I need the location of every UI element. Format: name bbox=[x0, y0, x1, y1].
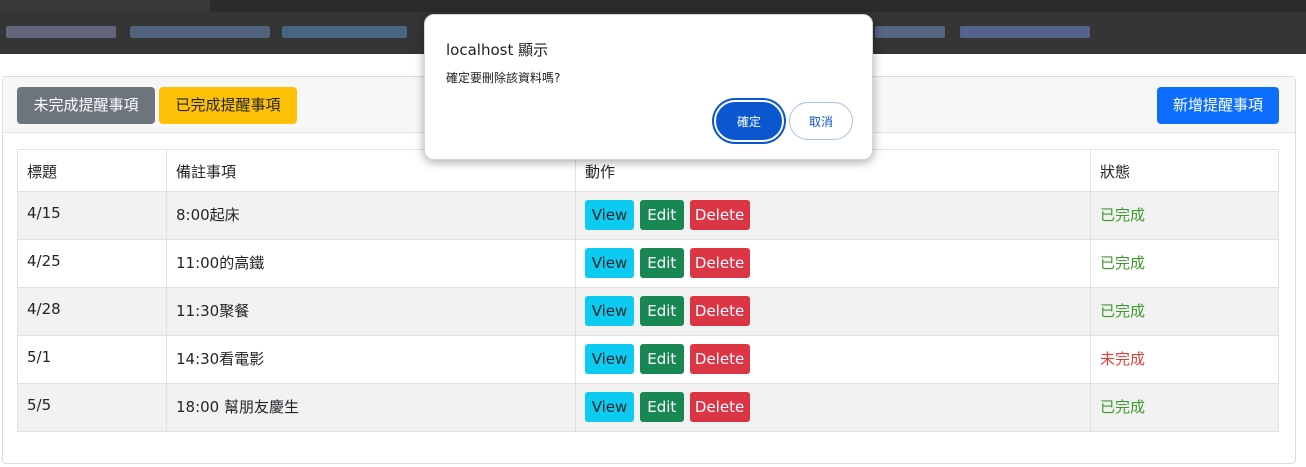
delete-button[interactable]: Delete bbox=[689, 248, 750, 278]
bookmark-item[interactable] bbox=[875, 26, 945, 38]
row-note: 8:00起床 bbox=[166, 191, 576, 240]
view-button[interactable]: View bbox=[585, 344, 634, 374]
edit-button[interactable]: Edit bbox=[639, 248, 684, 278]
view-button[interactable]: View bbox=[585, 296, 634, 326]
delete-button[interactable]: Delete bbox=[689, 296, 750, 326]
table-row: 5/5 18:00 幫朋友慶生 View Edit Delete 已完成 bbox=[17, 383, 1279, 432]
browser-tab-strip bbox=[0, 0, 1306, 12]
add-reminder-button[interactable]: 新增提醒事項 bbox=[1157, 87, 1279, 124]
edit-button[interactable]: Edit bbox=[639, 200, 684, 230]
reminder-table: 標題 備註事項 動作 狀態 4/15 8:00起床 View Edit Dele… bbox=[17, 149, 1279, 432]
row-status: 已完成 bbox=[1090, 191, 1279, 240]
dialog-message: 確定要刪除該資料嗎? bbox=[446, 71, 561, 85]
incomplete-reminders-button[interactable]: 未完成提醒事項 bbox=[17, 87, 155, 124]
edit-button[interactable]: Edit bbox=[639, 296, 684, 326]
table-row: 4/28 11:30聚餐 View Edit Delete 已完成 bbox=[17, 287, 1279, 336]
browser-tab[interactable] bbox=[0, 0, 210, 12]
edit-button[interactable]: Edit bbox=[639, 344, 684, 374]
row-note: 14:30看電影 bbox=[166, 335, 576, 384]
row-title: 4/15 bbox=[17, 191, 167, 240]
row-title: 5/5 bbox=[17, 383, 167, 432]
column-header-title: 標題 bbox=[17, 149, 167, 192]
table-row: 5/1 14:30看電影 View Edit Delete 未完成 bbox=[17, 335, 1279, 384]
row-note: 18:00 幫朋友慶生 bbox=[166, 383, 576, 432]
row-actions: View Edit Delete bbox=[575, 191, 1091, 240]
row-status: 未完成 bbox=[1090, 335, 1279, 384]
delete-button[interactable]: Delete bbox=[689, 200, 750, 230]
row-actions: View Edit Delete bbox=[575, 335, 1091, 384]
bookmark-item[interactable] bbox=[6, 26, 116, 38]
bookmark-item[interactable] bbox=[960, 26, 1090, 38]
bookmark-item[interactable] bbox=[130, 26, 270, 38]
edit-button[interactable]: Edit bbox=[639, 392, 684, 422]
view-button[interactable]: View bbox=[585, 248, 634, 278]
delete-button[interactable]: Delete bbox=[689, 392, 750, 422]
delete-button[interactable]: Delete bbox=[689, 344, 750, 374]
confirm-dialog: localhost 顯示 確定要刪除該資料嗎? 確定 取消 bbox=[424, 14, 873, 160]
row-note: 11:00的高鐵 bbox=[166, 239, 576, 288]
table-row: 4/25 11:00的高鐵 View Edit Delete 已完成 bbox=[17, 239, 1279, 288]
row-actions: View Edit Delete bbox=[575, 239, 1091, 288]
cancel-button[interactable]: 取消 bbox=[789, 102, 853, 140]
row-status: 已完成 bbox=[1090, 287, 1279, 336]
column-header-status: 狀態 bbox=[1090, 149, 1279, 192]
row-note: 11:30聚餐 bbox=[166, 287, 576, 336]
dialog-title: localhost 顯示 bbox=[446, 41, 549, 59]
row-actions: View Edit Delete bbox=[575, 287, 1091, 336]
row-actions: View Edit Delete bbox=[575, 383, 1091, 432]
complete-reminders-button[interactable]: 已完成提醒事項 bbox=[159, 87, 297, 124]
table-row: 4/15 8:00起床 View Edit Delete 已完成 bbox=[17, 191, 1279, 240]
row-title: 5/1 bbox=[17, 335, 167, 384]
row-status: 已完成 bbox=[1090, 383, 1279, 432]
row-title: 4/25 bbox=[17, 239, 167, 288]
view-button[interactable]: View bbox=[585, 392, 634, 422]
confirm-button[interactable]: 確定 bbox=[716, 102, 782, 140]
row-status: 已完成 bbox=[1090, 239, 1279, 288]
bookmark-item[interactable] bbox=[282, 26, 407, 38]
row-title: 4/28 bbox=[17, 287, 167, 336]
view-button[interactable]: View bbox=[585, 200, 634, 230]
